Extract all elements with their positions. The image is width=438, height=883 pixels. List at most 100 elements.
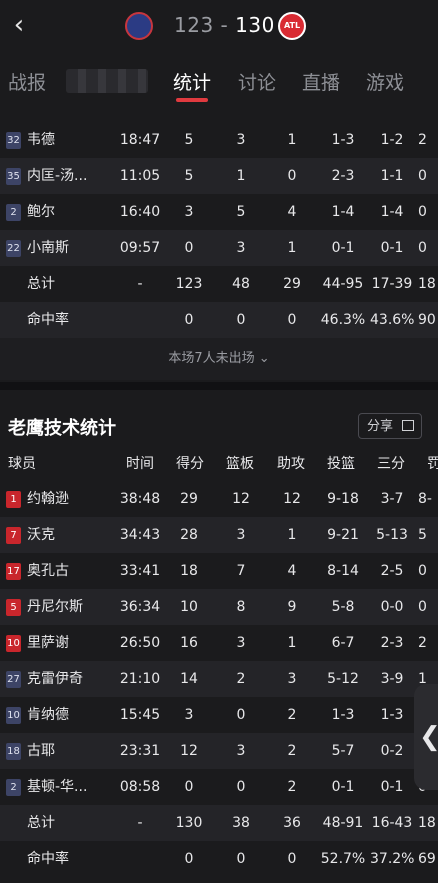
- table-row: [0, 104, 438, 118]
- header-time: 时间: [126, 456, 154, 472]
- stat-ft: 0: [418, 168, 427, 184]
- stat-time: -: [137, 815, 143, 831]
- stat-assists: 1: [287, 240, 297, 256]
- header-player: 球员: [8, 456, 36, 472]
- tab-games[interactable]: 游戏: [366, 68, 404, 95]
- stat-fg: 44-95: [322, 276, 364, 292]
- share-button[interactable]: 分享: [358, 413, 422, 439]
- table-row[interactable]: 1 约翰逊 38:48 29 12 12 9-18 3-7 8-: [0, 481, 438, 517]
- stat-time: 33:41: [119, 563, 161, 579]
- stat-time: 11:05: [119, 168, 161, 184]
- tab-stats[interactable]: 统计: [173, 68, 211, 95]
- stat-time: 16:40: [119, 204, 161, 220]
- stat-points: 16: [180, 635, 198, 651]
- table-row[interactable]: 2 基顿-华... 08:58 0 0 2 0-1 0-1 0: [0, 769, 438, 805]
- table-row[interactable]: 35 内匡-汤... 11:05 5 1 0 2-3 1-1 0: [0, 158, 438, 194]
- chevron-left-icon: ‹: [13, 10, 25, 40]
- share-label: 分享: [367, 419, 394, 434]
- stat-time: 34:43: [119, 527, 161, 543]
- stat-time: 18:47: [119, 132, 161, 148]
- stat-fg: 48-91: [322, 815, 364, 831]
- section-divider: [0, 382, 438, 390]
- stat-points: 18: [180, 563, 198, 579]
- header-3p: 三分: [377, 456, 405, 472]
- table-row[interactable]: 32 韦德 18:47 5 3 1 1-3 1-2 2: [0, 122, 438, 158]
- stat-fg: 1-3: [331, 132, 355, 148]
- table-row[interactable]: 2 鲍尔 16:40 3 5 4 1-4 1-4 0: [0, 194, 438, 230]
- stat-fg: 0-1: [331, 779, 355, 795]
- stat-assists: 2: [287, 743, 297, 759]
- stat-rebounds: 0: [236, 851, 246, 867]
- table-row[interactable]: 17 奥孔古 33:41 18 7 4 8-14 2-5 0: [0, 553, 438, 589]
- stat-ft: 90: [418, 312, 436, 328]
- stat-time: 09:57: [119, 240, 161, 256]
- table-row[interactable]: 22 小南斯 09:57 0 3 1 0-1 0-1 0: [0, 230, 438, 266]
- jersey-badge: 18: [6, 743, 21, 760]
- header-assists: 助攻: [277, 456, 305, 472]
- stat-ft: 0: [418, 240, 427, 256]
- stat-fg: 5-7: [331, 743, 355, 759]
- side-drawer-handle[interactable]: ❮: [414, 684, 438, 790]
- stat-3p: 1-4: [380, 204, 404, 220]
- player-name: 克雷伊奇: [27, 671, 83, 687]
- table-row[interactable]: 7 沃克 34:43 28 3 1 9-21 5-13 5: [0, 517, 438, 553]
- stat-rebounds: 3: [236, 132, 246, 148]
- stat-rebounds: 3: [236, 635, 246, 651]
- back-button[interactable]: ‹: [8, 10, 30, 40]
- stat-fg: 0-1: [331, 240, 355, 256]
- stat-3p: 2-3: [380, 635, 404, 651]
- stat-ft: 18: [418, 276, 436, 292]
- stat-rebounds: 1: [236, 168, 246, 184]
- table-row[interactable]: 27 克雷伊奇 21:10 14 2 3 5-12 3-9 1: [0, 661, 438, 697]
- player-name: 肯纳德: [27, 707, 69, 723]
- stat-ft: 69: [418, 851, 436, 867]
- stat-assists: 2: [287, 707, 297, 723]
- table-row[interactable]: 5 丹尼尔斯 36:34 10 8 9 5-8 0-0 0: [0, 589, 438, 625]
- share-image-icon: [402, 420, 414, 431]
- stat-3p: 1-3: [380, 707, 404, 723]
- stat-rebounds: 0: [236, 707, 246, 723]
- stat-ft: 0: [418, 563, 427, 579]
- stat-points: 0: [184, 779, 194, 795]
- stat-assists: 4: [287, 563, 297, 579]
- stat-ft: 5: [418, 527, 427, 543]
- stat-assists: 12: [283, 491, 301, 507]
- home-team-table: 32 韦德 18:47 5 3 1 1-3 1-2 2 35 内匡-汤... 1…: [0, 122, 438, 338]
- player-name: 内匡-汤...: [27, 168, 88, 184]
- not-played-toggle[interactable]: 本场7人未出场 ⌄: [0, 338, 438, 380]
- table-row[interactable]: 18 古耶 23:31 12 3 2 5-7 0-2 2: [0, 733, 438, 769]
- jersey-badge: 22: [6, 240, 21, 257]
- tab-bar: 战报 统计 讨论 直播 游戏: [0, 56, 438, 104]
- table-row[interactable]: 10 里萨谢 26:50 16 3 1 6-7 2-3 2: [0, 625, 438, 661]
- player-name: 里萨谢: [27, 635, 69, 651]
- tab-live[interactable]: 直播: [302, 68, 340, 95]
- stat-points: 123: [175, 276, 203, 292]
- chevron-left-icon: ❮: [419, 722, 438, 752]
- table-row[interactable]: 10 肯纳德 15:45 3 0 2 1-3 1-3 0: [0, 697, 438, 733]
- stat-assists: 9: [287, 599, 297, 615]
- stat-time: 08:58: [119, 779, 161, 795]
- player-name: 古耶: [27, 743, 55, 759]
- tab-report[interactable]: 战报: [8, 68, 46, 95]
- stat-3p: 0-2: [380, 743, 404, 759]
- stat-3p: 3-9: [380, 671, 404, 687]
- stat-assists: 3: [287, 671, 297, 687]
- stat-points: 14: [180, 671, 198, 687]
- tab-discussion[interactable]: 讨论: [238, 68, 276, 95]
- player-name: 奥孔古: [27, 563, 69, 579]
- stat-fg: 5-12: [327, 671, 359, 687]
- jersey-badge: 2: [6, 204, 21, 221]
- jersey-badge: 27: [6, 671, 21, 688]
- stat-3p: 37.2%: [370, 851, 415, 867]
- stat-assists: 0: [287, 312, 297, 328]
- stat-rebounds: 0: [236, 312, 246, 328]
- stat-3p: 43.6%: [370, 312, 415, 328]
- player-name: 基顿-华...: [27, 779, 88, 795]
- header-rebounds: 篮板: [226, 456, 254, 472]
- player-name: 鲍尔: [27, 204, 55, 220]
- header-ft: 罚: [427, 456, 438, 472]
- total-row: 总计 - 123 48 29 44-95 17-39 18: [0, 266, 438, 302]
- stat-3p: 0-0: [380, 599, 404, 615]
- jersey-badge: 35: [6, 168, 21, 185]
- jersey-badge: 10: [6, 635, 21, 652]
